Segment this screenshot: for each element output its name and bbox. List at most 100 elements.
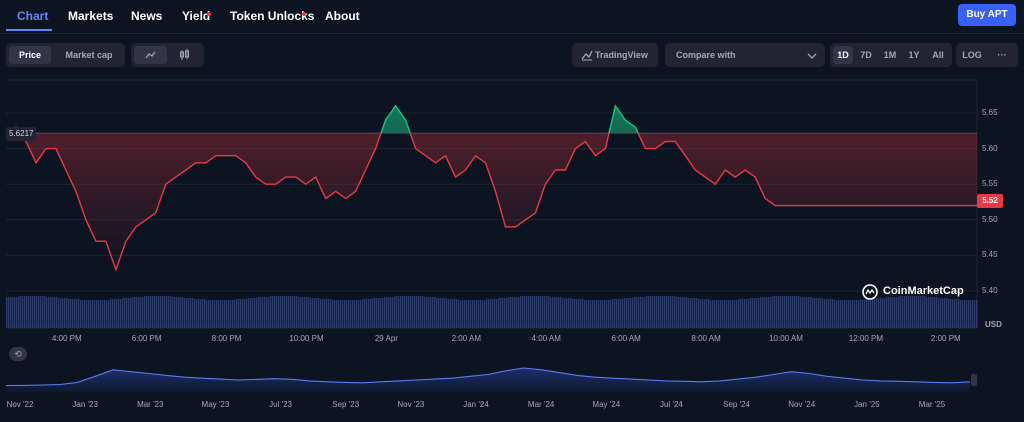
volume-bar	[232, 300, 234, 328]
volume-bar	[298, 297, 300, 328]
volume-bar	[636, 297, 638, 328]
volume-bar	[210, 300, 212, 328]
volume-bar	[350, 300, 352, 328]
volume-bar	[200, 299, 202, 328]
volume-bar	[462, 300, 464, 328]
volume-bar	[162, 296, 164, 328]
volume-bar	[82, 300, 84, 328]
volume-bar	[452, 299, 454, 328]
volume-bar	[246, 299, 248, 328]
volume-bar	[24, 296, 26, 328]
volume-bar	[668, 296, 670, 328]
volume-bar	[344, 300, 346, 328]
volume-bar	[330, 299, 332, 328]
volume-bar	[258, 297, 260, 328]
volume-bar	[824, 299, 826, 328]
volume-bar	[124, 298, 126, 328]
volume-bar	[694, 298, 696, 328]
volume-bar	[642, 297, 644, 328]
volume-bar	[962, 300, 964, 328]
price-chart[interactable]	[0, 0, 1024, 422]
volume-bar	[918, 296, 920, 328]
volume-bar	[392, 297, 394, 328]
volume-bar	[352, 300, 354, 328]
history-button[interactable]: ⟲	[9, 347, 27, 361]
volume-bar	[526, 296, 528, 328]
volume-bar	[768, 297, 770, 328]
volume-bar	[364, 299, 366, 328]
volume-bar	[68, 299, 70, 328]
volume-bar	[386, 297, 388, 328]
volume-bar	[956, 299, 958, 328]
volume-bar	[528, 296, 530, 328]
volume-bar	[360, 300, 362, 328]
navigator-handle[interactable]	[971, 374, 977, 386]
volume-bar	[618, 299, 620, 328]
volume-bar	[674, 296, 676, 328]
volume-bar	[240, 299, 242, 328]
volume-bar	[412, 296, 414, 328]
volume-bar	[120, 299, 122, 328]
volume-bar	[840, 300, 842, 328]
volume-bar	[546, 296, 548, 328]
volume-bar	[920, 296, 922, 328]
volume-bar	[762, 297, 764, 328]
volume-bar	[192, 298, 194, 328]
volume-bar	[522, 296, 524, 328]
volume-bar	[924, 296, 926, 328]
volume-bar	[422, 296, 424, 328]
volume-bar	[220, 300, 222, 328]
volume-bar	[100, 300, 102, 328]
volume-bar	[764, 297, 766, 328]
navigator-tick-label: Mar '23	[137, 400, 164, 409]
volume-bar	[212, 300, 214, 328]
app-root: Chart Markets News Yield Token Unlocks A…	[0, 0, 1024, 422]
volume-bar	[134, 297, 136, 328]
volume-bar	[858, 300, 860, 328]
price-area-below-open	[6, 133, 977, 270]
volume-bar	[332, 300, 334, 328]
volume-bar	[568, 298, 570, 328]
volume-bar	[896, 297, 898, 328]
volume-bar	[488, 299, 490, 328]
volume-bar	[590, 300, 592, 328]
volume-bar	[804, 297, 806, 328]
volume-bar	[38, 296, 40, 328]
volume-bar	[42, 296, 44, 328]
volume-bar	[716, 300, 718, 328]
volume-bar	[732, 300, 734, 328]
volume-bar	[766, 297, 768, 328]
volume-bar	[92, 300, 94, 328]
volume-bar	[248, 298, 250, 328]
volume-bar	[88, 300, 90, 328]
volume-bar	[244, 299, 246, 328]
volume-bar	[908, 296, 910, 328]
volume-bar	[572, 299, 574, 328]
volume-bar	[28, 296, 30, 328]
volume-bar	[204, 299, 206, 328]
volume-bar	[414, 296, 416, 328]
volume-bar	[904, 296, 906, 328]
volume-bar	[164, 296, 166, 328]
volume-bar	[226, 300, 228, 328]
volume-bar	[864, 299, 866, 328]
coinmarketcap-logo-icon	[862, 284, 878, 300]
volume-bar	[778, 296, 780, 328]
volume-bar	[550, 297, 552, 328]
volume-bar	[798, 296, 800, 328]
volume-bar	[810, 297, 812, 328]
volume-bar	[136, 297, 138, 328]
volume-bar	[370, 299, 372, 328]
volume-bar	[426, 297, 428, 328]
volume-bar	[966, 300, 968, 328]
volume-bar	[812, 298, 814, 328]
volume-bar	[286, 296, 288, 328]
volume-bar	[366, 299, 368, 328]
volume-bar	[510, 297, 512, 328]
volume-bar	[692, 298, 694, 328]
volume-bar	[602, 300, 604, 328]
volume-bar	[32, 296, 34, 328]
volume-bar	[518, 297, 520, 328]
volume-bar	[234, 300, 236, 328]
volume-bar	[818, 298, 820, 328]
